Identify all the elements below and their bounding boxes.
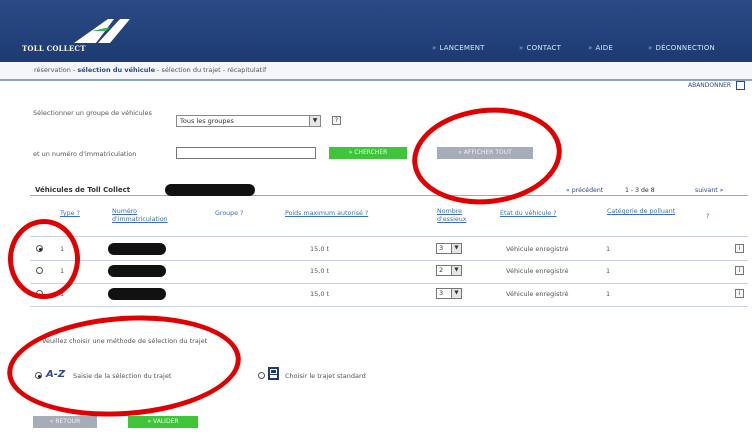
- redaction-mark: [108, 288, 166, 300]
- axles-select[interactable]: 3 ▼: [436, 288, 462, 299]
- axles-select[interactable]: 2 ▼: [436, 265, 462, 276]
- nav-label: AIDE: [595, 44, 613, 52]
- table-title: Véhicules de Toll Collect: [35, 186, 131, 194]
- annotation-ring: [3, 307, 245, 425]
- nav-deconnection[interactable]: » DÉCONNECTION: [648, 44, 715, 52]
- breadcrumb-step: sélection du trajet: [161, 66, 221, 74]
- info-icon[interactable]: i: [735, 244, 744, 253]
- row-type: 1: [60, 267, 65, 275]
- next-button[interactable]: » VALIDER: [128, 416, 198, 428]
- col-group[interactable]: Groupe ?: [215, 210, 243, 218]
- abandon-label: ABANDONNER: [687, 82, 732, 89]
- chevron-down-icon: ▼: [451, 266, 461, 275]
- arrow-icon: »: [432, 44, 437, 52]
- col-plate[interactable]: Numéro d'immatriculation: [112, 208, 187, 224]
- back-button[interactable]: « RETOUR: [33, 416, 97, 428]
- method-option2-label[interactable]: Choisir le trajet standard: [285, 372, 366, 380]
- row-type: 1: [60, 290, 65, 298]
- row-pollutant: 1: [606, 245, 611, 253]
- redaction-mark: [165, 184, 255, 196]
- method-option1-label[interactable]: Saisie de la sélection du trajet: [73, 372, 171, 380]
- redaction-mark: [108, 243, 166, 255]
- col-pollutant[interactable]: Catégorie de polluant: [607, 208, 677, 216]
- row-type: 1: [60, 245, 65, 253]
- axles-value: 2: [439, 266, 444, 274]
- axles-value: 3: [439, 289, 444, 297]
- row-status: Véhicule enregistré: [506, 267, 569, 275]
- arrow-icon: »: [519, 44, 524, 52]
- row-weight: 15,0 t: [310, 267, 330, 275]
- az-icon: A-Z: [46, 369, 66, 380]
- row-weight: 15,0 t: [310, 245, 330, 253]
- redaction-mark: [108, 265, 166, 277]
- method-radio-standard[interactable]: [258, 372, 265, 379]
- nav-lancement[interactable]: » LANCEMENT: [432, 44, 485, 52]
- row-radio[interactable]: [36, 290, 43, 297]
- method-prompt: Veuillez choisir une méthode de sélectio…: [42, 337, 208, 345]
- table-row: 1 15,0 t 2 ▼ Véhicule enregistré 1 i: [36, 264, 748, 280]
- site-header: TOLL COLLECT » LANCEMENT » CONTACT » AIDE »…: [0, 0, 752, 62]
- row-divider: [30, 283, 748, 284]
- table-divider: [30, 236, 748, 237]
- group-select[interactable]: Tous les groupes ▼: [176, 115, 321, 127]
- pager-range: 1 - 3 de 8: [625, 187, 655, 194]
- row-radio[interactable]: [36, 245, 43, 252]
- abandon-link[interactable]: ABANDONNER: [688, 81, 745, 90]
- col-weight[interactable]: Poids maximum autorisé ?: [285, 210, 368, 218]
- help-icon[interactable]: ?: [332, 116, 341, 125]
- arrow-icon: »: [588, 44, 593, 52]
- col-help[interactable]: ?: [706, 213, 709, 221]
- plate-input[interactable]: [176, 147, 316, 159]
- group-select-value: Tous les groupes: [180, 117, 234, 125]
- breadcrumb: réservation - sélection du véhicule - sé…: [34, 66, 266, 74]
- method-radio-az[interactable]: [35, 372, 42, 379]
- nav-label: LANCEMENT: [439, 44, 485, 52]
- nav-contact[interactable]: » CONTACT: [519, 44, 561, 52]
- nav-label: CONTACT: [526, 44, 562, 52]
- logo-text: TOLL COLLECT: [22, 44, 86, 53]
- table-row: 1 15,0 t 3 ▼ Véhicule enregistré 1 i: [36, 242, 748, 258]
- nav-label: DÉCONNECTION: [655, 44, 715, 52]
- col-type[interactable]: Type ?: [60, 210, 80, 218]
- info-icon[interactable]: i: [735, 266, 744, 275]
- toll-collect-logo-icon: [74, 19, 130, 43]
- info-icon[interactable]: i: [735, 289, 744, 298]
- breadcrumb-step: récapitulatif: [227, 66, 267, 74]
- search-button[interactable]: » CHERCHER: [329, 147, 407, 159]
- row-weight: 15,0 t: [310, 290, 330, 298]
- row-divider: [30, 260, 748, 261]
- row-pollutant: 1: [606, 290, 611, 298]
- row-status: Véhicule enregistré: [506, 290, 569, 298]
- breadcrumb-separator: -: [72, 66, 76, 74]
- row-radio[interactable]: [36, 267, 43, 274]
- col-status[interactable]: État du véhicule ?: [500, 210, 557, 218]
- breadcrumb-step: réservation: [34, 66, 71, 74]
- chevron-down-icon: ▼: [451, 244, 461, 253]
- col-axles[interactable]: Nombre d'essieux: [437, 208, 481, 224]
- axles-value: 3: [439, 244, 444, 252]
- nav-aide[interactable]: » AIDE: [588, 44, 613, 52]
- breadcrumb-current: sélection du véhicule: [77, 66, 156, 74]
- table-row: 1 15,0 t 3 ▼ Véhicule enregistré 1 i: [36, 287, 748, 303]
- close-icon: [736, 81, 745, 90]
- group-label: Sélectionner un groupe de véhicules: [33, 109, 152, 117]
- pager-prev[interactable]: « précédent: [566, 187, 603, 194]
- pager-next[interactable]: suivant »: [695, 187, 723, 194]
- row-pollutant: 1: [606, 267, 611, 275]
- row-divider: [30, 306, 748, 307]
- plate-label: et un numéro d'immatriculation: [33, 150, 137, 158]
- breadcrumb-separator: -: [222, 66, 226, 74]
- breadcrumb-separator: -: [157, 66, 160, 74]
- axles-select[interactable]: 3 ▼: [436, 243, 462, 254]
- chevron-down-icon: ▼: [309, 116, 320, 126]
- chevron-down-icon: ▼: [451, 289, 461, 298]
- show-all-button[interactable]: » AFFICHER TOUT: [437, 147, 533, 159]
- row-status: Véhicule enregistré: [506, 245, 569, 253]
- arrow-icon: »: [648, 44, 653, 52]
- standard-route-icon: [268, 367, 279, 380]
